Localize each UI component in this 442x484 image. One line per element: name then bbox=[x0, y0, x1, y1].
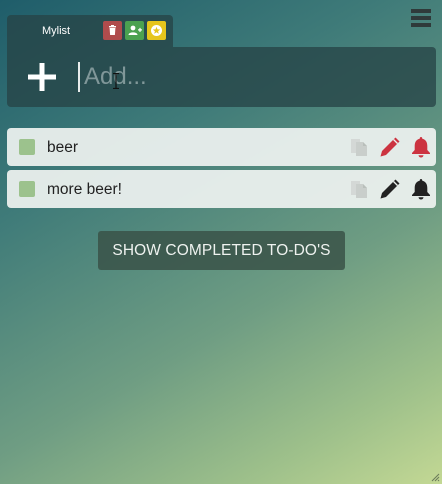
edit-icon[interactable] bbox=[378, 135, 402, 159]
todo-item: beer bbox=[7, 128, 436, 166]
trash-icon bbox=[109, 25, 116, 35]
hamburger-menu-icon[interactable] bbox=[411, 9, 431, 31]
todo-checkbox[interactable] bbox=[19, 181, 35, 197]
copy-icon[interactable] bbox=[348, 135, 372, 159]
favorite-list-button[interactable] bbox=[147, 21, 166, 40]
share-list-button[interactable] bbox=[125, 21, 144, 40]
todo-text[interactable]: beer bbox=[47, 139, 78, 157]
star-icon bbox=[151, 25, 162, 36]
ibeam-cursor-icon bbox=[113, 73, 119, 89]
todo-item: more beer! bbox=[7, 170, 436, 208]
delete-list-button[interactable] bbox=[103, 21, 122, 40]
add-todo-bar bbox=[7, 47, 436, 107]
list-tab[interactable]: Mylist bbox=[7, 15, 173, 47]
resize-grip-icon[interactable] bbox=[430, 472, 440, 482]
plus-icon bbox=[28, 63, 56, 91]
bell-icon[interactable] bbox=[409, 177, 433, 201]
add-todo-button[interactable] bbox=[27, 62, 57, 92]
add-user-icon bbox=[128, 25, 142, 35]
add-todo-input[interactable] bbox=[80, 59, 420, 95]
show-completed-button[interactable]: SHOW COMPLETED TO-DO'S bbox=[98, 231, 345, 270]
todo-text[interactable]: more beer! bbox=[47, 181, 122, 199]
copy-icon[interactable] bbox=[348, 177, 372, 201]
todo-checkbox[interactable] bbox=[19, 139, 35, 155]
list-name: Mylist bbox=[42, 25, 71, 37]
bell-icon[interactable] bbox=[409, 135, 433, 159]
edit-icon[interactable] bbox=[378, 177, 402, 201]
